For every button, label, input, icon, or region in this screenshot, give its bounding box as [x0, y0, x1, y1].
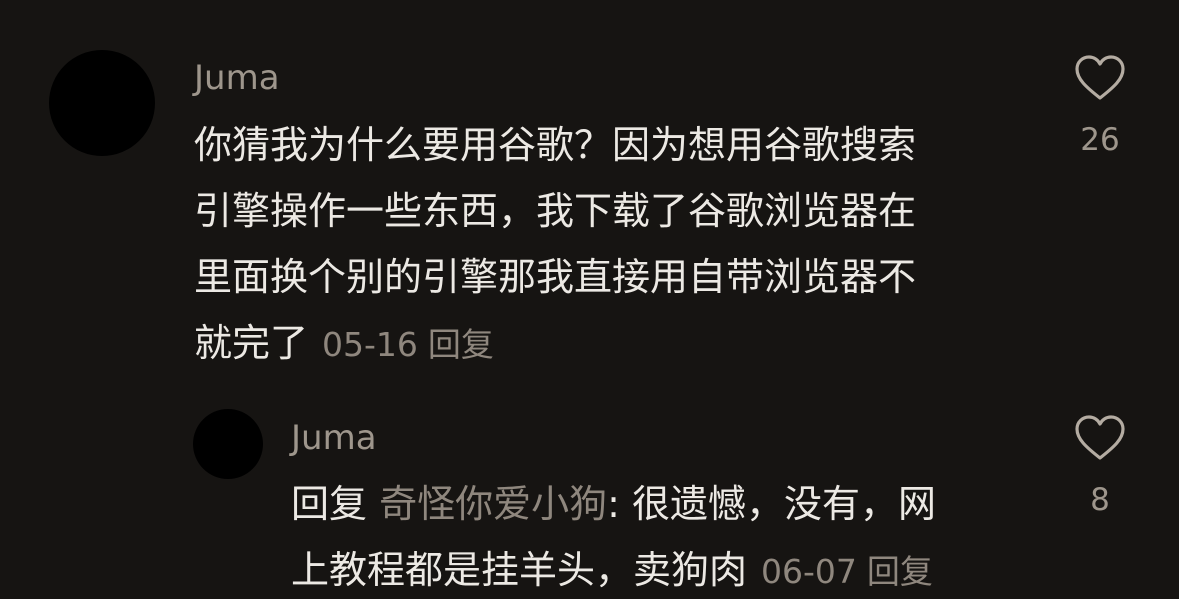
- comment-text[interactable]: 你猜我为什么要用谷歌？因为想用谷歌搜索 引擎操作一些东西，我下载了谷歌浏览器在 …: [194, 112, 1024, 376]
- reply-last-line: 上教程都是挂羊头，卖狗肉 06-07 回复: [291, 537, 1021, 599]
- heart-outline-icon[interactable]: [1074, 414, 1126, 462]
- comment-username[interactable]: Juma: [194, 58, 280, 98]
- comment-text-line: 就完了: [194, 321, 309, 365]
- reply-mention[interactable]: 奇怪你爱小狗: [379, 482, 607, 526]
- reply-text-line: 回复 奇怪你爱小狗: 很遗憾，没有，网: [291, 471, 1021, 537]
- reply-prefix: 回复: [291, 482, 368, 526]
- heart-outline-icon[interactable]: [1074, 54, 1126, 102]
- comment-reply-button[interactable]: 回复: [428, 325, 494, 364]
- avatar[interactable]: [49, 50, 155, 156]
- like-count: 26: [1080, 122, 1120, 158]
- reply-text-segment: : 很遗憾，没有，网: [607, 482, 937, 526]
- comment-text-line: 引擎操作一些东西，我下载了谷歌浏览器在: [194, 189, 917, 233]
- reply-reply-button[interactable]: 回复: [867, 552, 933, 591]
- comment-text-line: 里面换个别的引擎那我直接用自带浏览器不: [194, 255, 917, 299]
- like-button[interactable]: 26: [1070, 54, 1130, 158]
- like-button[interactable]: 8: [1070, 414, 1130, 518]
- like-count: 8: [1090, 482, 1110, 518]
- comment-last-line: 就完了 05-16 回复: [194, 310, 1024, 376]
- reply-text[interactable]: 回复 奇怪你爱小狗: 很遗憾，没有，网 上教程都是挂羊头，卖狗肉 06-07 回复: [291, 471, 1021, 599]
- reply-username[interactable]: Juma: [291, 418, 377, 458]
- reply-date: 06-07: [761, 552, 857, 591]
- avatar[interactable]: [193, 409, 263, 479]
- reply-text-segment: 上教程都是挂羊头，卖狗肉: [291, 548, 748, 592]
- comment-thread: Juma 你猜我为什么要用谷歌？因为想用谷歌搜索 引擎操作一些东西，我下载了谷歌…: [0, 0, 1179, 599]
- comment-text-line: 你猜我为什么要用谷歌？因为想用谷歌搜索: [194, 123, 917, 167]
- comment-date: 05-16: [322, 325, 418, 364]
